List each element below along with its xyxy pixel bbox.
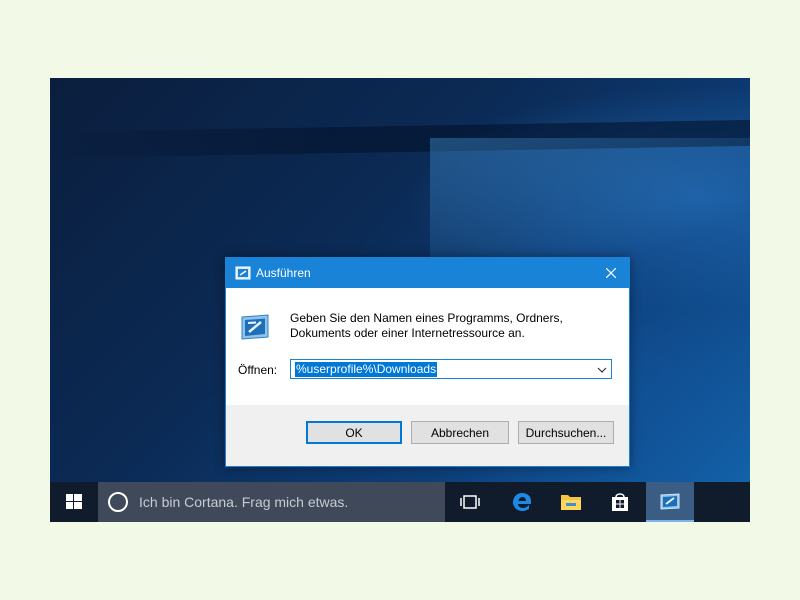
run-icon (660, 493, 680, 510)
close-icon (606, 268, 616, 278)
run-icon (235, 266, 251, 280)
dialog-footer: OK Abbrechen Durchsuchen... (226, 405, 629, 466)
chevron-down-icon[interactable] (597, 364, 607, 374)
file-explorer-icon (561, 495, 581, 510)
edge-icon (513, 493, 531, 511)
run-taskbar-button[interactable] (646, 482, 694, 522)
start-button[interactable] (50, 482, 98, 522)
open-label: Öffnen: (238, 363, 278, 377)
taskbar: Ich bin Cortana. Frag mich etwas. (50, 482, 750, 522)
ok-button[interactable]: OK (306, 421, 402, 444)
browse-button[interactable]: Durchsuchen... (518, 421, 614, 444)
edge-button[interactable] (498, 482, 546, 522)
run-dialog: Ausführen Geben Sie den Namen eines Prog… (225, 257, 630, 467)
dialog-titlebar[interactable]: Ausführen (226, 258, 629, 288)
cortana-placeholder: Ich bin Cortana. Frag mich etwas. (139, 494, 349, 510)
description-line-1: Geben Sie den Namen eines Programms, Ord… (290, 311, 563, 325)
task-view-button[interactable] (446, 482, 494, 522)
windows-start-icon (66, 494, 82, 509)
close-button[interactable] (593, 258, 629, 288)
store-icon (612, 493, 628, 511)
cancel-button[interactable]: Abbrechen (411, 421, 509, 444)
open-combobox[interactable]: %userprofile%\Downloads (290, 359, 612, 379)
desktop: Ausführen Geben Sie den Namen eines Prog… (50, 78, 750, 522)
cortana-icon (108, 492, 128, 512)
dialog-description: Geben Sie den Namen eines Programms, Ord… (290, 311, 563, 341)
file-explorer-button[interactable] (547, 482, 595, 522)
store-button[interactable] (596, 482, 644, 522)
dialog-title: Ausführen (256, 266, 311, 280)
run-program-icon (238, 313, 272, 341)
cortana-search-box[interactable]: Ich bin Cortana. Frag mich etwas. (98, 482, 445, 522)
description-line-2: Dokuments oder einer Internetressource a… (290, 326, 525, 340)
open-input-value[interactable]: %userprofile%\Downloads (295, 362, 438, 377)
task-view-icon (460, 495, 480, 509)
